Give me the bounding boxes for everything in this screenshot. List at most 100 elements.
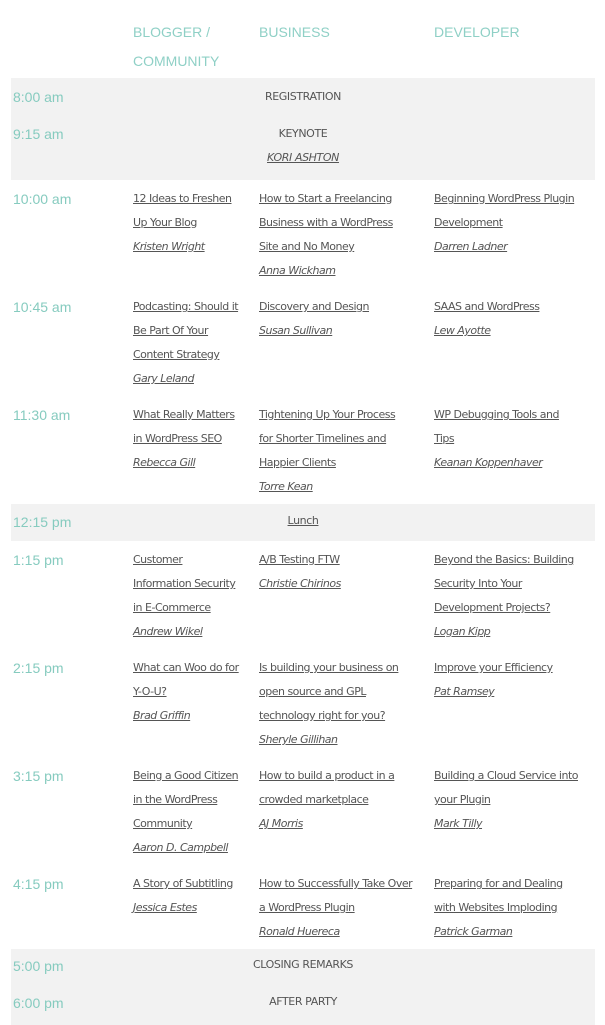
speaker-link[interactable]: Pat Ramsey [434, 685, 495, 698]
session-title-link[interactable]: Y-O-U? [133, 685, 167, 698]
session-title-link[interactable]: Beyond the Basics: Building [434, 553, 574, 566]
time-slot-row: 11:30 am What Really Matters in WordPress … [11, 396, 595, 504]
session-title-link[interactable]: What Really Matters [133, 408, 235, 421]
keynote-speaker-link[interactable]: KORI ASHTON [267, 151, 339, 164]
speaker-link[interactable]: Christie Chirinos [259, 577, 341, 590]
time-label: 1:15 pm [13, 552, 64, 568]
time-label: 10:00 am [13, 191, 72, 207]
session-title-link[interactable]: in E-Commerce [133, 601, 211, 614]
session-title-link[interactable]: Discovery and Design [259, 300, 370, 313]
speaker-link[interactable]: Gary Leland [133, 372, 194, 385]
session-title-link[interactable]: How to Successfully Take Over [259, 877, 413, 890]
session-developer: WP Debugging Tools and Tips Keanan Koppenh… [434, 403, 559, 475]
session-title-link[interactable]: Up Your Blog [133, 216, 197, 229]
session-blogger: A Story of Subtitling Jessica Estes [133, 872, 233, 920]
speaker-link[interactable]: Anna Wickham [259, 264, 336, 277]
schedule-table: BLOGGER / COMMUNITY BUSINESS DEVELOPER 8:… [11, 0, 595, 1025]
time-slot-row: 3:15 pm Being a Good Citizen in the WordPr… [11, 757, 595, 865]
session-title-link[interactable]: SAAS and WordPress [434, 300, 540, 313]
session-blogger: Podcasting: Should it Be Part Of Your Cont… [133, 295, 239, 391]
session-title-link[interactable]: in the WordPress [133, 793, 218, 806]
speaker-link[interactable]: Andrew Wikel [133, 625, 203, 638]
header-developer: DEVELOPER [434, 24, 520, 40]
time-label: 3:15 pm [13, 768, 64, 784]
session-business: Is building your business on open source … [259, 656, 399, 752]
speaker-link[interactable]: Ronald Huereca [259, 925, 340, 938]
session-business: A/B Testing FTW Christie Chirinos [259, 548, 341, 596]
session-title-link[interactable]: Happier Clients [259, 456, 336, 469]
session-title-link[interactable]: a WordPress Plugin [259, 901, 355, 914]
session-title-link[interactable]: Tips [434, 432, 455, 445]
session-title-link[interactable]: Community [133, 817, 193, 830]
session-developer: Beginning WordPress Plugin Development Dar… [434, 187, 575, 259]
session-title-link[interactable]: your Plugin [434, 793, 491, 806]
session-developer: Improve your Efficiency Pat Ramsey [434, 656, 553, 704]
time-label: 2:15 pm [13, 660, 64, 676]
time-slot-row: 4:15 pm A Story of Subtitling Jessica Este… [11, 865, 595, 949]
session-blogger: Being a Good Citizen in the WordPress Comm… [133, 764, 239, 860]
session-business: How to Start a Freelancing Business with … [259, 187, 393, 283]
session-title-link[interactable]: Is building your business on [259, 661, 399, 674]
session-title-link[interactable]: Business with a WordPress [259, 216, 393, 229]
speaker-link[interactable]: Patrick Garman [434, 925, 513, 938]
session-title-link[interactable]: Development Projects? [434, 601, 551, 614]
session-title-link[interactable]: technology right for you? [259, 709, 386, 722]
speaker-link[interactable]: Rebecca Gill [133, 456, 196, 469]
session-title-link[interactable]: How to build a product in a [259, 769, 395, 782]
session-title-link[interactable]: in WordPress SEO [133, 432, 222, 445]
session-title-link[interactable]: Improve your Efficiency [434, 661, 553, 674]
session-title-link[interactable]: Content Strategy [133, 348, 220, 361]
session-title-link[interactable]: 12 Ideas to Freshen [133, 192, 232, 205]
session-title-link[interactable]: for Shorter Timelines and [259, 432, 387, 445]
speaker-link[interactable]: AJ Morris [259, 817, 303, 830]
session-title-link[interactable]: Development [434, 216, 503, 229]
session-title-link[interactable]: Be Part Of Your [133, 324, 209, 337]
session-title-link[interactable]: WP Debugging Tools and [434, 408, 559, 421]
header-business: BUSINESS [259, 24, 330, 40]
speaker-link[interactable]: Kristen Wright [133, 240, 205, 253]
time-slot-row: 2:15 pm What can Woo do for Y-O-U? Brad Gri… [11, 649, 595, 757]
speaker-link[interactable]: Sheryle Gillihan [259, 733, 338, 746]
time-slot-row: 10:45 am Podcasting: Should it Be Part Of … [11, 288, 595, 396]
speaker-link[interactable]: Torre Kean [259, 480, 313, 493]
session-title-link[interactable]: Building a Cloud Service into [434, 769, 579, 782]
session-title-link[interactable]: How to Start a Freelancing [259, 192, 392, 205]
after-party-label: AFTER PARTY [269, 995, 337, 1008]
speaker-link[interactable]: Logan Kipp [434, 625, 491, 638]
time-slot-row: 1:15 pm Customer Information Security in E-… [11, 541, 595, 649]
session-business: How to build a product in a crowded marke… [259, 764, 395, 836]
session-title-link[interactable]: Podcasting: Should it [133, 300, 239, 313]
session-title-link[interactable]: What can Woo do for [133, 661, 239, 674]
speaker-link[interactable]: Aaron D. Campbell [133, 841, 228, 854]
speaker-link[interactable]: Keanan Koppenhaver [434, 456, 543, 469]
header-row: BLOGGER / COMMUNITY BUSINESS DEVELOPER [11, 0, 595, 78]
time-label: 11:30 am [13, 407, 71, 423]
speaker-link[interactable]: Lew Ayotte [434, 324, 491, 337]
speaker-link[interactable]: Susan Sullivan [259, 324, 333, 337]
speaker-link[interactable]: Darren Ladner [434, 240, 508, 253]
header-blogger-community: BLOGGER / COMMUNITY [133, 24, 220, 69]
session-title-link[interactable]: Beginning WordPress Plugin [434, 192, 575, 205]
keynote-speaker: KORI ASHTON [11, 146, 595, 170]
session-title-link[interactable]: Customer [133, 553, 183, 566]
session-blogger: What can Woo do for Y-O-U? Brad Griffin [133, 656, 239, 728]
session-title-link[interactable]: open source and GPL [259, 685, 366, 698]
session-title-link[interactable]: A/B Testing FTW [259, 553, 340, 566]
session-blogger: Customer Information Security in E-Commerc… [133, 548, 236, 644]
session-title-link[interactable]: with Websites Imploding [434, 901, 558, 914]
session-title-link[interactable]: Site and No Money [259, 240, 355, 253]
lunch-link[interactable]: Lunch [288, 514, 319, 527]
speaker-link[interactable]: Brad Griffin [133, 709, 191, 722]
session-title-link[interactable]: Information Security [133, 577, 236, 590]
speaker-link[interactable]: Jessica Estes [133, 901, 197, 914]
session-title-link[interactable]: Preparing for and Dealing [434, 877, 563, 890]
session-business: Discovery and Design Susan Sullivan [259, 295, 370, 343]
session-title-link[interactable]: Security Into Your [434, 577, 522, 590]
plenary-block-evening: 5:00 pm CLOSING REMARKS 6:00 pm AFTER PA… [11, 949, 595, 1025]
session-title-link[interactable]: Tightening Up Your Process [259, 408, 396, 421]
session-title-link[interactable]: Being a Good Citizen [133, 769, 239, 782]
session-title-link[interactable]: crowded marketplace [259, 793, 369, 806]
speaker-link[interactable]: Mark Tilly [434, 817, 483, 830]
session-developer: SAAS and WordPress Lew Ayotte [434, 295, 540, 343]
session-title-link[interactable]: A Story of Subtitling [133, 877, 233, 890]
